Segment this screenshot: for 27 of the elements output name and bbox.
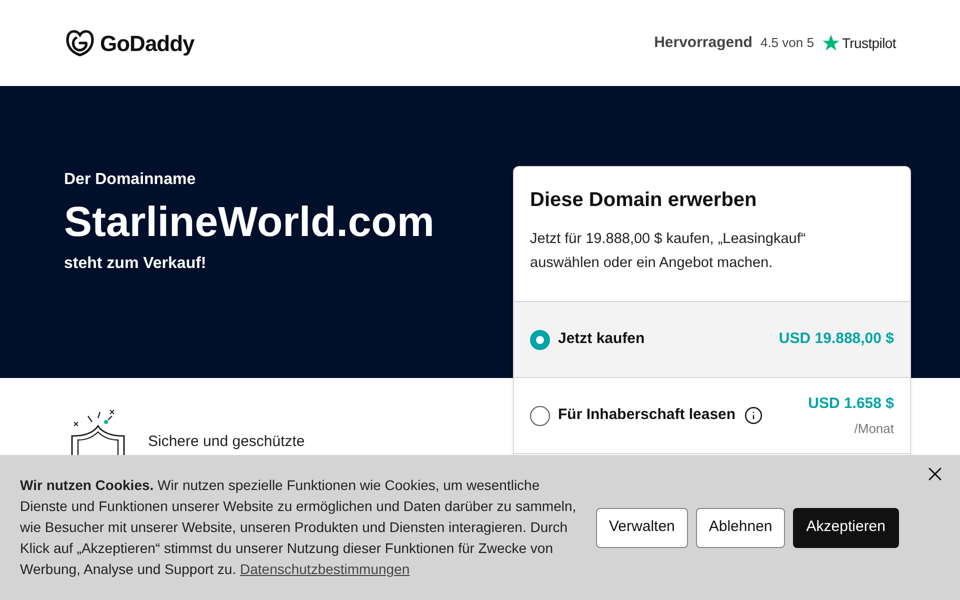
domain-name: StarlineWorld.com [64,197,434,247]
logo-icon [64,28,96,58]
radio-button[interactable] [530,406,550,426]
hero-subtitle: steht zum Verkauf! [64,254,206,274]
purchase-option[interactable]: Für Inhaberschaft leasen USD 1.658 $ /Monat [514,377,910,453]
cookie-button[interactable]: Verwalten [596,508,688,548]
radio-button[interactable] [530,330,550,350]
hero-eyebrow: Der Domainname [64,170,196,190]
star-icon [822,34,840,52]
option-price: USD 19.888,00 $ [778,329,894,350]
card-title: Diese Domain erwerben [530,188,758,213]
feature-label: Sichere und geschützte [148,432,305,452]
info-icon[interactable] [744,406,763,425]
cookie-notice: Wir nutzen Cookies. Wir nutzen spezielle Funktionen wie Cookies, um wesentliche Dienste und Funktionen unserer Website zu ermöglichen und Daten darüber zu sammeln, wie Besucher mit unserer Website, unseren Produkten und Diensten interagieren. Durch Klick auf „Akzeptieren“ stimmst du unserer Nutzung dieser Funktionen für Zwecke von Werbung, Analyse und Support zu. Datenschutzbestimmungen [20,476,578,579]
purchase-option[interactable]: Jetzt kaufen USD 19.888,00 $ [514,301,910,377]
privacy-link[interactable]: Datenschutzbestimmungen [240,561,410,577]
card-description: Jetzt für 19.888,00 $ kaufen, „Leasingkauf“ auswählen oder ein Angebot machen. [530,230,807,273]
logo-wordmark[interactable]: GoDaddy [100,26,194,60]
option-label: Für Inhaberschaft leasen [558,405,736,426]
option-label: Jetzt kaufen [558,329,645,350]
rating-label: Hervorragend [654,32,752,53]
cookie-button[interactable]: Ablehnen [696,508,786,548]
trustpilot-wordmark: Trustpilot [842,34,896,53]
cookie-button[interactable]: Akzeptieren [793,508,898,548]
option-price: USD 1.658 $ [808,394,894,414]
price-period: /Monat [854,420,894,438]
rating-score: 4.5 von 5 [760,34,814,52]
